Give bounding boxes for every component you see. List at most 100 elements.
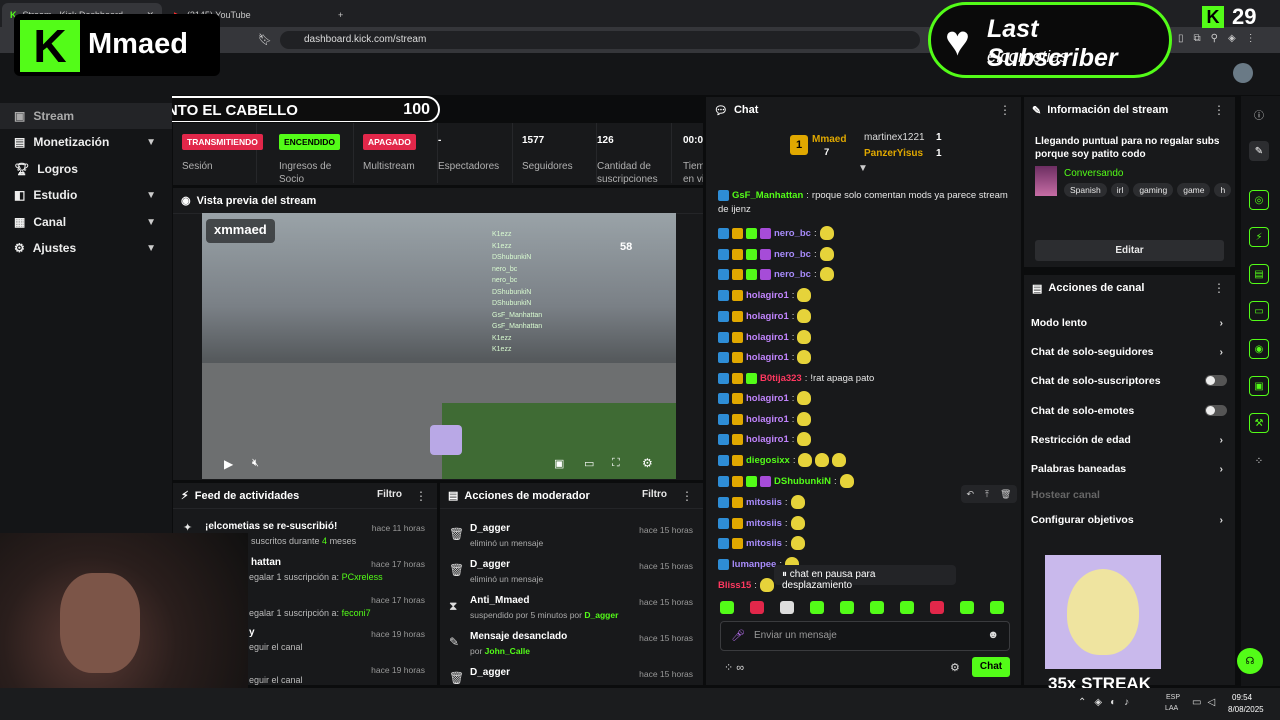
chat-message[interactable]: holagiro1:: [718, 409, 812, 429]
tag[interactable]: Spanish: [1064, 183, 1107, 197]
emote-icon[interactable]: [750, 601, 764, 614]
tag[interactable]: h: [1214, 183, 1232, 197]
chat-message[interactable]: holagiro1:: [718, 388, 812, 408]
sidebar-item-estudio[interactable]: ◧ Estudio ▼: [0, 182, 172, 208]
system-icons[interactable]: ▭◁: [1192, 697, 1221, 708]
kebab-icon[interactable]: ⋮: [415, 489, 427, 503]
sidebar-item-canal[interactable]: ▦ Canal ▼: [0, 209, 172, 235]
kebab-icon[interactable]: ⋮: [1213, 103, 1225, 117]
chat-message[interactable]: DShubunkiN:: [718, 471, 854, 491]
emote-icon[interactable]: [960, 601, 974, 614]
chat-username[interactable]: lumanpee: [732, 559, 776, 570]
edit-button[interactable]: Editar: [1035, 240, 1224, 261]
top-gifter-name[interactable]: PanzerYisus: [864, 148, 923, 159]
lang-code[interactable]: ESP: [1166, 694, 1180, 701]
tag[interactable]: game: [1177, 183, 1211, 197]
chat-paused-notice[interactable]: ⏸ chat en pausa para desplazamiento: [774, 565, 956, 591]
leader-name[interactable]: Mmaed: [812, 134, 846, 145]
media-icon[interactable]: ▣: [1249, 376, 1269, 396]
bookmark-icon[interactable]: 🔖︎: [258, 33, 272, 46]
chat-username[interactable]: nero_bc: [774, 269, 811, 280]
kebab-icon[interactable]: ⋮: [681, 489, 693, 503]
chat-message[interactable]: nero_bc:: [718, 223, 834, 243]
delete-icon[interactable]: 🗑︎: [1000, 489, 1011, 500]
video-player[interactable]: xmmaed K1ezz K1ezz DShubunkiN nero_bc ne…: [202, 213, 676, 479]
chat-username[interactable]: holagiro1: [746, 352, 789, 363]
chat-message[interactable]: holagiro1:: [718, 429, 812, 449]
message-actions[interactable]: ↶ ⤒ 🗑︎: [961, 485, 1017, 503]
emote-icon[interactable]: [870, 601, 884, 614]
chat-username[interactable]: mitosiis: [746, 497, 782, 508]
help-icon[interactable]: ☊: [1237, 648, 1263, 674]
chat-username[interactable]: holagiro1: [746, 434, 789, 445]
chat-message[interactable]: holagiro1:: [718, 306, 812, 326]
chat-message[interactable]: nero_bc:: [718, 244, 834, 264]
sidebar-item-logros[interactable]: 🏆︎ Logros: [0, 156, 172, 182]
chat-username[interactable]: holagiro1: [746, 290, 789, 301]
chat-username[interactable]: holagiro1: [746, 393, 789, 404]
action-followers-only[interactable]: Chat de solo-seguidores ›: [1024, 337, 1235, 366]
chat-username[interactable]: B0tija323: [760, 373, 802, 384]
action-banned-words[interactable]: Palabras baneadas ›: [1024, 454, 1235, 483]
mod-sub-user[interactable]: John_Calle: [485, 646, 530, 656]
chat-username[interactable]: mitosiis: [746, 538, 782, 549]
tag[interactable]: irl: [1110, 183, 1130, 197]
top-gifter-name[interactable]: martinex1221: [864, 132, 925, 143]
action-slow-mode[interactable]: Modo lento ›: [1024, 308, 1235, 337]
chat-username[interactable]: nero_bc: [774, 228, 811, 239]
broadcast-icon[interactable]: ◉: [1249, 339, 1269, 359]
kebab-icon[interactable]: ⋮: [1213, 281, 1225, 295]
toggle-switch[interactable]: [1205, 405, 1227, 416]
action-age-restriction[interactable]: Restricción de edad ›: [1024, 425, 1235, 454]
category-thumbnail[interactable]: [1035, 166, 1057, 196]
emote-icon[interactable]: [780, 601, 794, 614]
url-field[interactable]: dashboard.kick.com/stream: [280, 31, 920, 49]
chat-message[interactable]: B0tija323: !rat apaga pato: [718, 368, 874, 388]
chat-message[interactable]: GsF_Manhattan: rpoque solo comentan mods …: [718, 185, 1008, 205]
theater-icon[interactable]: ▭: [584, 457, 594, 470]
chat-tools-icon[interactable]: ⁘ ∞: [724, 661, 744, 674]
sidebar-item-monetizacion[interactable]: ▤ Monetización ▼: [0, 129, 172, 155]
microphone-icon[interactable]: 🎤︎: [731, 629, 745, 642]
avatar[interactable]: [1233, 63, 1253, 83]
emote-icon[interactable]: [930, 601, 944, 614]
chat-rail-icon[interactable]: ▭: [1249, 301, 1269, 321]
action-emotes-only[interactable]: Chat de solo-emotes: [1024, 396, 1235, 425]
chat-message[interactable]: mitosiis:: [718, 533, 805, 553]
chat-message[interactable]: holagiro1:: [718, 327, 812, 347]
browser-toolbar-icons[interactable]: ▯⧉⚲◈⋮: [1178, 33, 1266, 44]
emote-icon[interactable]: [720, 601, 734, 614]
chat-message[interactable]: diegosixx:: [718, 450, 847, 470]
emote-icon[interactable]: [990, 601, 1004, 614]
pencil-icon[interactable]: ✎: [1249, 141, 1269, 161]
action-configure-goals[interactable]: Configurar objetivos ›: [1024, 505, 1235, 534]
chat-message[interactable]: holagiro1:: [718, 347, 812, 367]
tag[interactable]: gaming: [1133, 183, 1174, 197]
chat-message[interactable]: nero_bc:: [718, 264, 834, 284]
pip-icon[interactable]: ▣: [554, 457, 564, 470]
wrench-icon[interactable]: ⚒: [1249, 413, 1269, 433]
chat-input[interactable]: 🎤︎ Enviar un mensaje ☻: [720, 621, 1010, 651]
chat-username[interactable]: DShubunkiN: [774, 476, 831, 487]
tray-icons[interactable]: ⌃◈◐♪: [1078, 697, 1137, 708]
emote-icon[interactable]: [900, 601, 914, 614]
mod-sub-user[interactable]: D_agger: [584, 610, 618, 620]
chat-message[interactable]: mitosiis:: [718, 492, 805, 512]
category-name[interactable]: Conversando: [1064, 168, 1123, 179]
play-icon[interactable]: ▶: [224, 457, 233, 471]
camera-icon[interactable]: ◎: [1249, 190, 1269, 210]
filter-button[interactable]: Filtro: [377, 489, 402, 500]
chat-message[interactable]: holagiro1:: [718, 285, 812, 305]
filter-button[interactable]: Filtro: [642, 489, 667, 500]
emote-icon[interactable]: [840, 601, 854, 614]
chat-username[interactable]: Bliss15: [718, 580, 751, 591]
settings-gear-icon[interactable]: ⚙: [642, 456, 653, 470]
sidebar-item-stream[interactable]: ▣ Stream: [0, 103, 172, 129]
chat-username[interactable]: holagiro1: [746, 332, 789, 343]
chat-message[interactable]: Bliss15:: [718, 575, 774, 595]
pin-icon[interactable]: ⤒: [985, 489, 989, 500]
chat-username[interactable]: nero_bc: [774, 249, 811, 260]
bolt-icon[interactable]: ⚡︎: [1249, 227, 1269, 247]
emoji-icon[interactable]: ☻: [987, 629, 999, 641]
sidebar-item-ajustes[interactable]: ⚙ Ajustes ▼: [0, 235, 172, 261]
